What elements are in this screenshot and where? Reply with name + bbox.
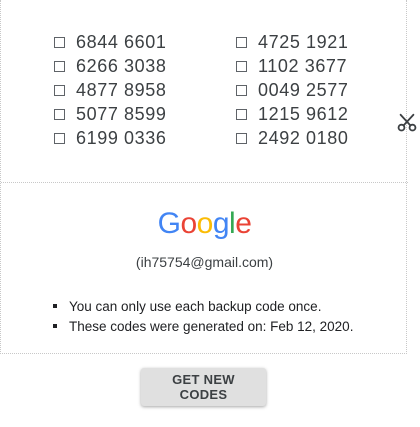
backup-code: 6199 0336: [76, 127, 167, 148]
note-item: These codes were generated on: Feb 12, 2…: [53, 316, 353, 336]
backup-code: 2492 0180: [258, 127, 349, 148]
backup-code: 6844 6601: [76, 31, 167, 52]
checkbox-icon: [236, 36, 247, 48]
code-item: 4877 8958: [54, 78, 167, 102]
logo-letter: G: [157, 207, 181, 240]
backup-code: 5077 8599: [76, 103, 167, 124]
note-text: You can only use each backup code once.: [69, 298, 322, 314]
logo-letter: e: [235, 207, 252, 240]
code-item: 6266 3038: [54, 54, 167, 78]
checkbox-icon: [54, 60, 65, 72]
code-item: 0049 2577: [236, 78, 349, 102]
backup-code: 6266 3038: [76, 55, 167, 76]
code-item: 6199 0336: [54, 126, 167, 150]
scissors-icon: [397, 113, 417, 132]
checkbox-icon: [54, 36, 65, 48]
checkbox-icon: [236, 60, 247, 72]
code-item: 1215 9612: [236, 102, 349, 126]
code-item: 6844 6601: [54, 30, 167, 54]
checkbox-icon: [236, 108, 247, 120]
checkbox-icon: [236, 84, 247, 96]
code-item: 2492 0180: [236, 126, 349, 150]
backup-code: 0049 2577: [258, 79, 349, 100]
notes-list: You can only use each backup code once. …: [53, 296, 353, 336]
backup-code: 4877 8958: [76, 79, 167, 100]
checkbox-icon: [54, 132, 65, 144]
note-text: These codes were generated on: Feb 12, 2…: [69, 318, 354, 334]
get-new-codes-button[interactable]: GET NEW CODES: [141, 368, 266, 406]
backup-code: 1102 3677: [258, 55, 348, 76]
codes-section: 6844 6601 6266 3038 4877 8958 5077 8599 …: [1, 0, 408, 183]
google-logo: Google: [1, 207, 408, 241]
code-item: 4725 1921: [236, 30, 349, 54]
bullet: [53, 324, 57, 328]
checkbox-icon: [54, 108, 65, 120]
bullet: [53, 304, 57, 308]
backup-codes-sheet: 6844 6601 6266 3038 4877 8958 5077 8599 …: [0, 0, 408, 354]
logo-letter: o: [196, 207, 214, 240]
codes-column-left: 6844 6601 6266 3038 4877 8958 5077 8599 …: [54, 30, 167, 150]
code-item: 5077 8599: [54, 102, 167, 126]
backup-code: 1215 9612: [258, 103, 349, 124]
logo-letter: g: [212, 207, 230, 240]
checkbox-icon: [236, 132, 247, 144]
logo-letter: o: [180, 207, 197, 240]
note-item: You can only use each backup code once.: [53, 296, 353, 316]
codes-column-right: 4725 1921 1102 3677 0049 2577 1215 9612 …: [236, 30, 349, 150]
account-email: (ih75754@gmail.com): [135, 254, 274, 270]
checkbox-icon: [54, 84, 65, 96]
code-item: 1102 3677: [236, 54, 349, 78]
backup-code: 4725 1921: [258, 31, 349, 52]
